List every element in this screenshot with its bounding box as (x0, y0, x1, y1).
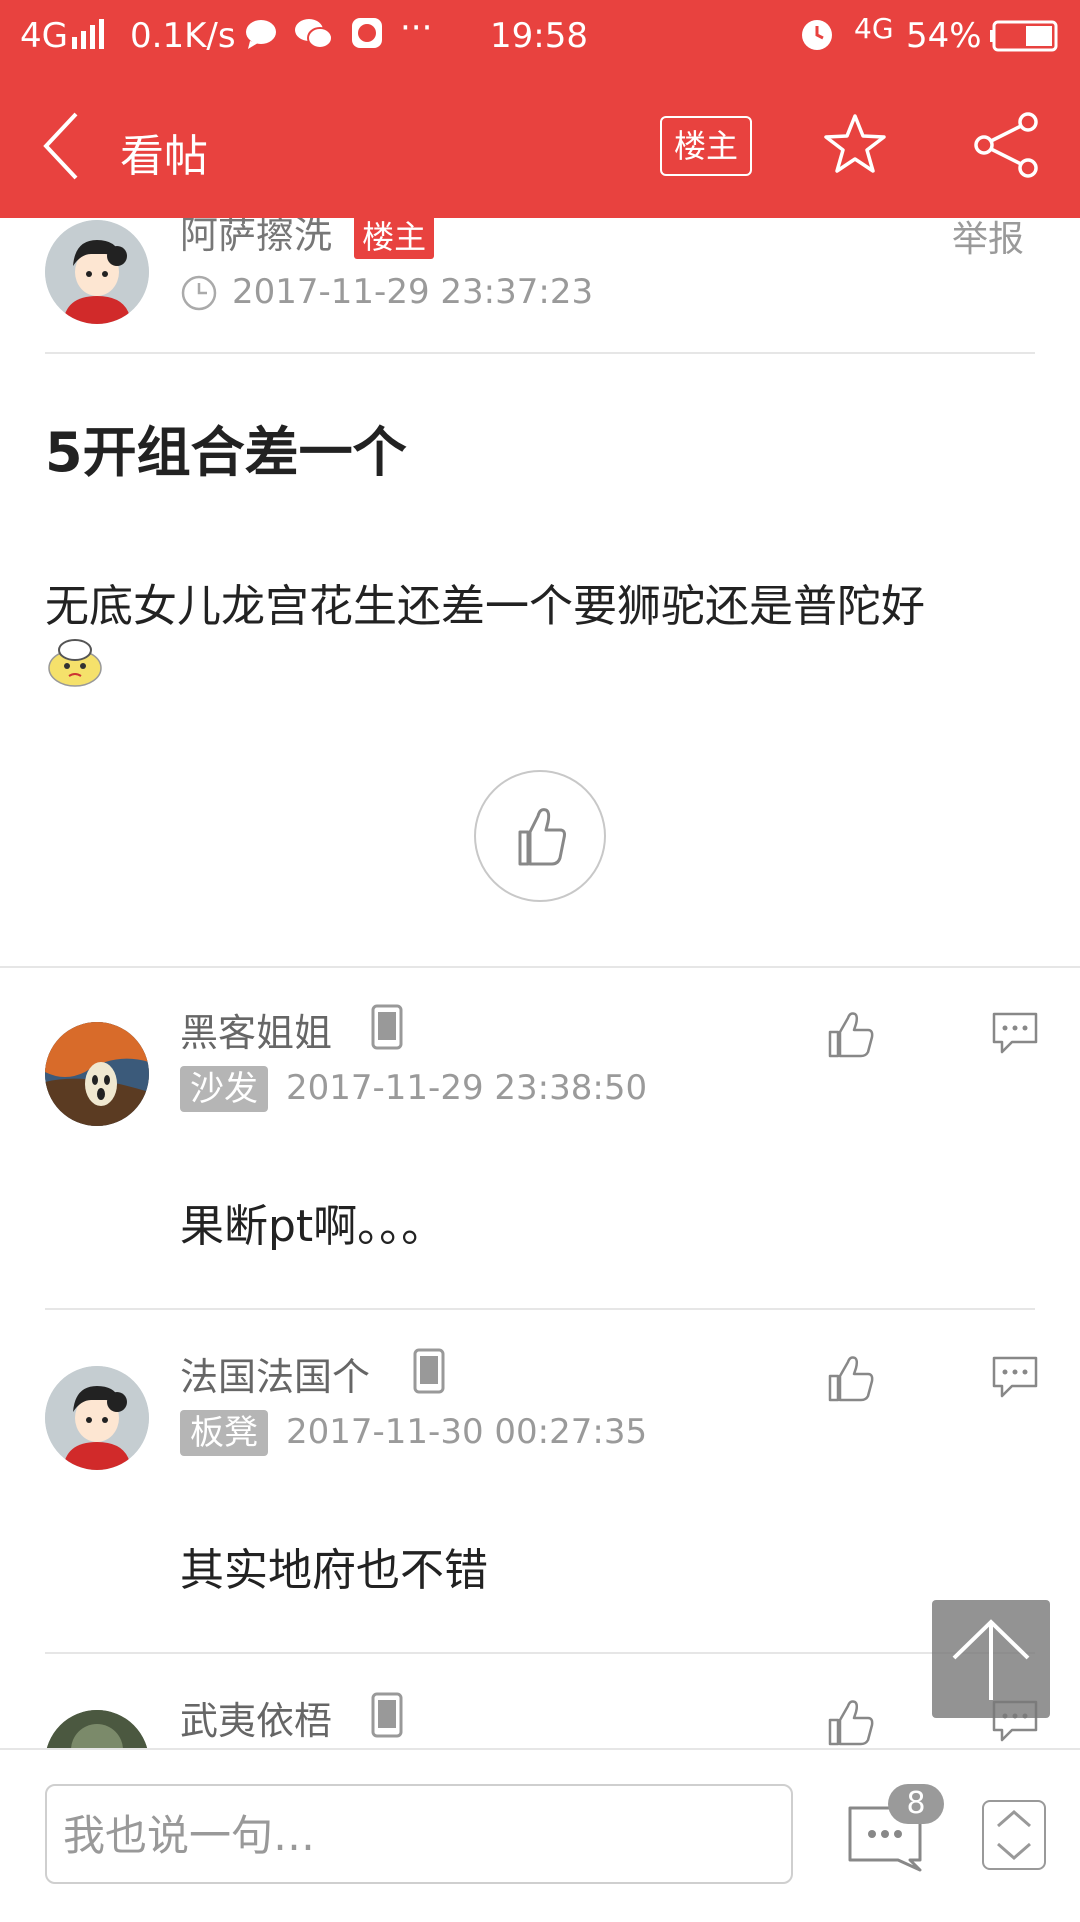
battery-percent: 54% (906, 16, 982, 56)
floor-label: 板凳 (180, 1410, 268, 1456)
like-reply-button[interactable] (826, 1354, 876, 1404)
reply-timestamp: 2017-11-29 23:38:50 (286, 1068, 648, 1108)
favorite-button[interactable] (822, 112, 888, 178)
only-op-button[interactable]: 楼主 (660, 116, 752, 176)
up-down-chevron-icon (997, 1810, 1031, 1860)
mobile-client-icon (412, 1348, 446, 1398)
star-icon (824, 114, 886, 173)
floor-badge: 板凳 (180, 1410, 268, 1456)
page-title: 看帖 (120, 131, 208, 182)
comment-icon (992, 1356, 1038, 1398)
nav-bar: 看帖 楼主 (0, 72, 1080, 218)
like-reply-button[interactable] (826, 1698, 876, 1748)
report-link[interactable]: 举报 (952, 218, 1024, 262)
clock-icon (180, 274, 218, 316)
alarm-icon (798, 14, 836, 61)
mobile-client-icon (370, 1692, 404, 1742)
reply-timestamp: 2017-11-30 00:27:35 (286, 1412, 648, 1452)
post-timestamp: 2017-11-29 23:37:23 (232, 272, 594, 312)
page-jump-button[interactable] (982, 1800, 1046, 1870)
share-button[interactable] (972, 112, 1040, 178)
divider (45, 1308, 1035, 1310)
message-icon (244, 18, 278, 58)
author-name[interactable]: 阿萨擦洗 (180, 218, 332, 257)
comment-icon (992, 1012, 1038, 1054)
avatar[interactable] (45, 1710, 149, 1748)
network-speed: 0.1K/s (130, 16, 236, 56)
reply-author[interactable]: 法国法国个 (180, 1346, 370, 1401)
post-author[interactable]: 阿萨擦洗 楼主 (180, 218, 435, 259)
divider (45, 352, 1035, 354)
avatar[interactable] (45, 1022, 149, 1126)
reply-comment-button[interactable] (990, 1352, 1040, 1402)
avatar[interactable] (45, 1366, 149, 1470)
reply-author[interactable]: 黑客姐姐 (180, 1002, 332, 1057)
signal-icon (72, 18, 108, 58)
status-bar: 4G 0.1K/s ··· 19:58 4G 54% (0, 0, 1080, 72)
chevron-left-icon (43, 112, 78, 180)
thumbs-up-icon (828, 1700, 874, 1746)
bottom-bar: 我也说一句… 8 (0, 1748, 1080, 1922)
network-type-right: 4G (854, 12, 894, 45)
back-button[interactable] (36, 106, 86, 186)
avatar[interactable] (45, 220, 149, 324)
comment-input[interactable]: 我也说一句… (45, 1784, 793, 1884)
like-post-button[interactable] (474, 770, 606, 902)
app-notification-icon (350, 16, 384, 59)
network-type: 4G (20, 16, 68, 56)
floor-label: 沙发 (180, 1066, 268, 1112)
battery-icon (990, 20, 1060, 61)
thumbs-up-icon (828, 1012, 874, 1058)
wechat-icon (294, 18, 334, 59)
section-divider (0, 966, 1080, 968)
floor-badge: 沙发 (180, 1066, 268, 1112)
mobile-client-icon (370, 1004, 404, 1054)
share-icon (974, 112, 1038, 178)
post-content: 阿萨擦洗 楼主 举报 2017-11-29 23:37:23 5开组合差一个 无… (0, 218, 1080, 1748)
more-notifications: ··· (400, 8, 433, 48)
like-reply-button[interactable] (826, 1010, 876, 1060)
reply-body: 其实地府也不错 (180, 1545, 488, 1596)
reply-body: 果断pt啊。。。 (180, 1201, 446, 1252)
reply-author[interactable]: 武夷依梧 (180, 1690, 332, 1745)
reply-comment-button[interactable] (990, 1008, 1040, 1058)
emoji-sticker-icon (45, 636, 105, 692)
clock: 19:58 (490, 16, 588, 56)
post-body: 无底女儿龙宫花生还差一个要狮驼还是普陀好 (45, 581, 925, 632)
scroll-to-top-button[interactable] (932, 1600, 1050, 1718)
thumbs-up-icon (518, 808, 566, 866)
arrow-up-icon (952, 1619, 1030, 1700)
post-title: 5开组合差一个 (45, 421, 407, 484)
thumbs-up-icon (828, 1356, 874, 1402)
comment-count-badge: 8 (888, 1784, 944, 1824)
divider (45, 1652, 1035, 1654)
op-badge: 楼主 (354, 218, 435, 259)
